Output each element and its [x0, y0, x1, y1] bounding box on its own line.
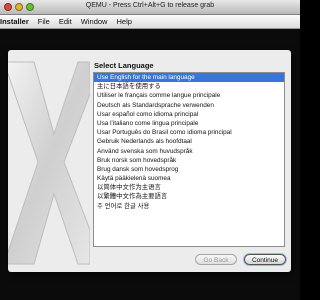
menu-help[interactable]: Help: [116, 17, 131, 26]
installer-panel: Select Language Use English for the main…: [8, 50, 291, 272]
language-option[interactable]: Använd svenska som huvudspråk: [94, 147, 284, 156]
menu-edit[interactable]: Edit: [59, 17, 72, 26]
mac-os-x-logo: [8, 61, 90, 265]
language-option[interactable]: Usar Português do Brasil como idioma pri…: [94, 128, 284, 137]
window-titlebar[interactable]: QEMU - Press Ctrl+Alt+G to release grab: [0, 0, 300, 15]
menu-file[interactable]: File: [38, 17, 50, 26]
language-option[interactable]: Usa l'italiano come lingua principale: [94, 119, 284, 128]
window-title: QEMU - Press Ctrl+Alt+G to release grab: [85, 2, 215, 9]
menu-window[interactable]: Window: [81, 17, 108, 26]
menu-bar: Installer File Edit Window Help: [0, 15, 300, 29]
language-option[interactable]: Bruk norsk som hovedspråk: [94, 156, 284, 165]
language-option[interactable]: Brug dansk som hovedsprog: [94, 165, 284, 174]
language-option[interactable]: Usar español como idioma principal: [94, 110, 284, 119]
continue-button[interactable]: Continue: [244, 254, 286, 265]
language-option[interactable]: Utiliser le français comme langue princi…: [94, 91, 284, 100]
language-option[interactable]: Gebruik Nederlands als hoofdtaal: [94, 137, 284, 146]
language-list[interactable]: Use English for the main language 主に日本語を…: [93, 72, 285, 247]
language-option[interactable]: 主に日本語を使用する: [94, 82, 284, 91]
language-option[interactable]: Deutsch als Standardsprache verwenden: [94, 101, 284, 110]
language-option[interactable]: Käytä pääkielenä suomea: [94, 174, 284, 183]
menu-app-installer[interactable]: Installer: [0, 17, 29, 26]
language-option[interactable]: 주 언어로 한글 사용: [94, 202, 284, 211]
go-back-button[interactable]: Go Back: [195, 254, 237, 265]
language-option[interactable]: 以繁體中文作為主要語言: [94, 192, 284, 201]
language-option[interactable]: 以简体中文作为主语言: [94, 183, 284, 192]
language-option[interactable]: Use English for the main language: [94, 73, 284, 83]
page-title: Select Language: [94, 61, 154, 70]
